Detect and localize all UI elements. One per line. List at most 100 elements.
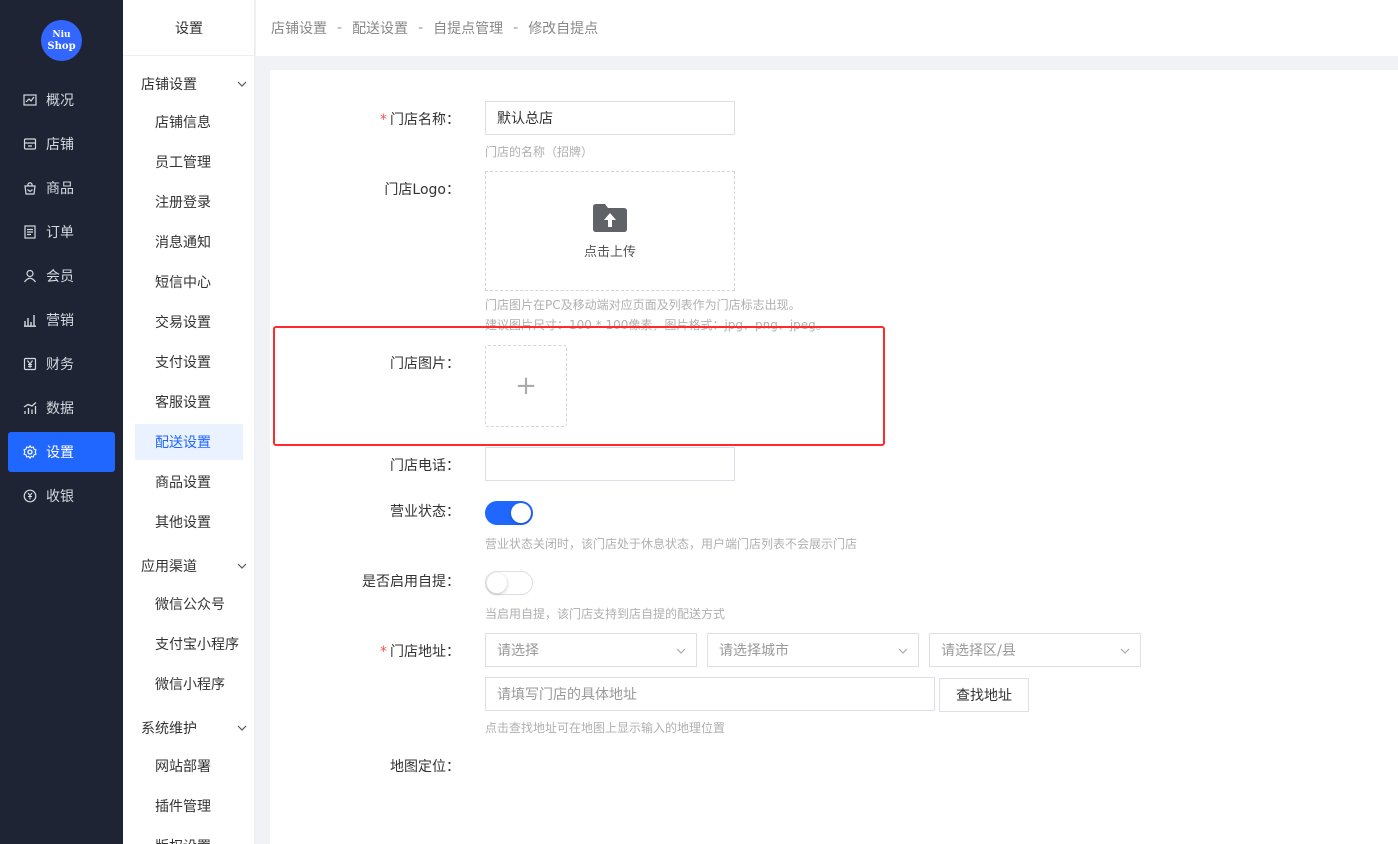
submenu-item[interactable]: 客服设置 bbox=[135, 384, 243, 420]
submenu-item[interactable]: 支付设置 bbox=[135, 344, 243, 380]
logo-hint-2: 建议图片尺寸：100 * 100像素，图片格式：jpg、png、jpeg。 bbox=[485, 318, 828, 332]
submenu-item[interactable]: 员工管理 bbox=[135, 144, 243, 180]
submenu-item[interactable]: 插件管理 bbox=[135, 788, 243, 824]
submenu-item[interactable]: 微信公众号 bbox=[135, 586, 243, 622]
find-address-button[interactable]: 查找地址 bbox=[939, 678, 1029, 712]
nav-item-5[interactable]: 营销 bbox=[8, 300, 115, 340]
submenu-group-2[interactable]: 系统维护 bbox=[141, 708, 247, 748]
breadcrumb-item[interactable]: 配送设置 bbox=[352, 18, 408, 38]
nav-item-7[interactable]: 数据 bbox=[8, 388, 115, 428]
map-location-label: 地图定位： bbox=[390, 759, 460, 775]
store-edit-form: * 门店名称： 默认总店 门店的名称（招牌） 门店Logo： 点击上传 门店图片在… bbox=[270, 70, 1398, 844]
nav-item-0[interactable]: 概况 bbox=[8, 80, 115, 120]
logo-text-line1: Niu bbox=[52, 29, 71, 40]
store-name-label: * 门店名称： bbox=[380, 112, 460, 128]
submenu-item[interactable]: 支付宝小程序 bbox=[135, 626, 243, 662]
store-icon bbox=[23, 137, 37, 151]
upload-text: 点击上传 bbox=[583, 244, 636, 260]
submenu-item[interactable]: 配送设置 bbox=[135, 424, 243, 460]
niushop-logo[interactable]: Niu Shop bbox=[41, 20, 82, 61]
switch-knob bbox=[511, 503, 531, 523]
chevron-down-icon bbox=[676, 648, 686, 654]
breadcrumb-separator: - bbox=[337, 20, 343, 36]
nav-item-label: 营销 bbox=[46, 313, 74, 329]
city-select[interactable]: 请选择城市 bbox=[707, 633, 919, 667]
store-name-hint: 门店的名称（招牌） bbox=[485, 145, 594, 159]
store-picture-label: 门店图片： bbox=[390, 356, 460, 372]
nav-item-9[interactable]: 收银 bbox=[8, 476, 115, 516]
nav-item-6[interactable]: 财务 bbox=[8, 344, 115, 384]
nav-item-label: 会员 bbox=[46, 269, 74, 285]
nav-item-3[interactable]: 订单 bbox=[8, 212, 115, 252]
submenu-item[interactable]: 版权设置 bbox=[135, 828, 243, 844]
nav-item-4[interactable]: 会员 bbox=[8, 256, 115, 296]
nav-item-1[interactable]: 店铺 bbox=[8, 124, 115, 164]
goods-bag-icon bbox=[23, 181, 37, 195]
store-phone-input[interactable] bbox=[485, 447, 735, 481]
submenu-item[interactable]: 短信中心 bbox=[135, 264, 243, 300]
city-placeholder: 请选择城市 bbox=[719, 643, 789, 659]
submenu-group-1[interactable]: 应用渠道 bbox=[141, 546, 247, 586]
chart-icon bbox=[23, 93, 37, 107]
nav-item-label: 概况 bbox=[46, 93, 74, 109]
breadcrumb-separator: - bbox=[418, 20, 424, 36]
highlight-box bbox=[273, 326, 885, 446]
address-hint: 点击查找地址可在地图上显示输入的地理位置 bbox=[485, 721, 726, 735]
chevron-down-icon bbox=[237, 81, 247, 87]
order-list-icon bbox=[23, 225, 37, 239]
switch-knob bbox=[487, 573, 507, 593]
submenu-item[interactable]: 注册登录 bbox=[135, 184, 243, 220]
logo-upload-area[interactable]: 点击上传 bbox=[485, 171, 735, 291]
nav-item-label: 收银 bbox=[46, 489, 74, 505]
nav-item-label: 商品 bbox=[46, 181, 74, 197]
chevron-down-icon bbox=[898, 648, 908, 654]
submenu-item[interactable]: 商品设置 bbox=[135, 464, 243, 500]
district-placeholder: 请选择区/县 bbox=[941, 643, 1016, 659]
submenu-item[interactable]: 微信小程序 bbox=[135, 666, 243, 702]
address-detail-input[interactable]: 请填写门店的具体地址 bbox=[485, 677, 935, 711]
logo-text-line2: Shop bbox=[47, 40, 76, 52]
primary-nav: Niu Shop 概况店铺商品订单会员营销财务数据设置收银 bbox=[0, 0, 123, 844]
submenu-item[interactable]: 交易设置 bbox=[135, 304, 243, 340]
plus-icon: + bbox=[515, 371, 537, 401]
store-address-label: * 门店地址： bbox=[380, 644, 460, 660]
submenu-group-label: 店铺设置 bbox=[141, 77, 197, 93]
business-status-switch[interactable] bbox=[485, 501, 533, 525]
submenu-group-0[interactable]: 店铺设置 bbox=[141, 64, 247, 104]
add-picture-button[interactable]: + bbox=[485, 345, 567, 427]
user-icon bbox=[23, 269, 37, 283]
nav-item-label: 数据 bbox=[46, 401, 74, 417]
province-placeholder: 请选择 bbox=[497, 643, 539, 659]
bar-chart-icon bbox=[23, 313, 37, 327]
store-name-input[interactable]: 默认总店 bbox=[485, 101, 735, 135]
province-select[interactable]: 请选择 bbox=[485, 633, 697, 667]
breadcrumb-item[interactable]: 店铺设置 bbox=[271, 18, 327, 38]
gear-icon bbox=[23, 445, 37, 459]
submenu-item[interactable]: 消息通知 bbox=[135, 224, 243, 260]
nav-item-label: 订单 bbox=[46, 225, 74, 241]
settings-submenu: 设置 店铺设置店铺信息员工管理注册登录消息通知短信中心交易设置支付设置客服设置配… bbox=[123, 0, 255, 844]
submenu-item[interactable]: 其他设置 bbox=[135, 504, 243, 540]
breadcrumb-separator: - bbox=[513, 20, 519, 36]
submenu-title: 设置 bbox=[123, 0, 254, 56]
yen-icon bbox=[23, 357, 37, 371]
nav-item-label: 设置 bbox=[46, 445, 74, 461]
logo-hint-1: 门店图片在PC及移动端对应页面及列表作为门店标志出现。 bbox=[485, 298, 801, 312]
folder-upload-icon bbox=[593, 203, 627, 232]
submenu-item[interactable]: 网站部署 bbox=[135, 748, 243, 784]
submenu-item[interactable]: 店铺信息 bbox=[135, 104, 243, 140]
nav-item-label: 店铺 bbox=[46, 137, 74, 153]
breadcrumb-item[interactable]: 自提点管理 bbox=[433, 18, 503, 38]
business-status-hint: 营业状态关闭时，该门店处于休息状态，用户端门店列表不会展示门店 bbox=[485, 537, 858, 551]
nav-item-8[interactable]: 设置 bbox=[8, 432, 115, 472]
district-select[interactable]: 请选择区/县 bbox=[929, 633, 1141, 667]
cashier-icon bbox=[23, 489, 37, 503]
nav-item-2[interactable]: 商品 bbox=[8, 168, 115, 208]
pickup-switch[interactable] bbox=[485, 571, 533, 595]
chevron-down-icon bbox=[1120, 648, 1130, 654]
pickup-hint: 当启用自提，该门店支持到店自提的配送方式 bbox=[485, 607, 726, 621]
chevron-down-icon bbox=[237, 725, 247, 731]
nav-item-label: 财务 bbox=[46, 357, 74, 373]
chevron-down-icon bbox=[237, 563, 247, 569]
breadcrumb: 店铺设置 - 配送设置 - 自提点管理 - 修改自提点 bbox=[256, 0, 1398, 56]
